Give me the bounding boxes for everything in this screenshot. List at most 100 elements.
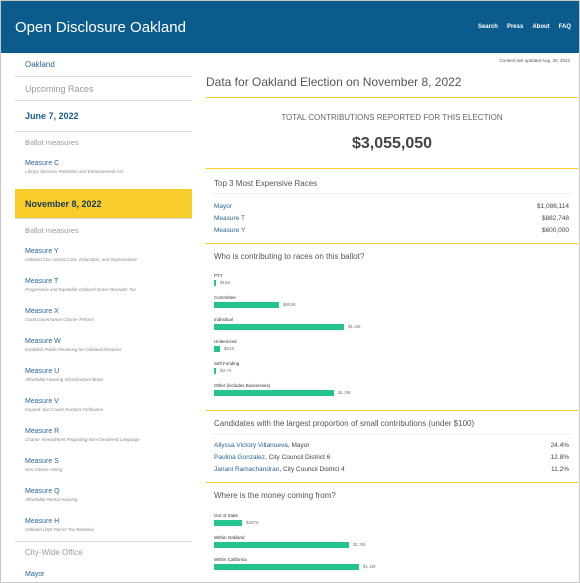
bar <box>214 368 216 374</box>
bar <box>214 280 216 286</box>
sidebar-date-november-active[interactable]: November 8, 2022 <box>15 189 192 219</box>
sidebar-item-desc: Oakland Zoo Animal Care, Education, and … <box>25 257 137 262</box>
bar-value-label: $653K <box>283 302 297 307</box>
small-contrib-row: Paulina Gonzalez, City Council District … <box>214 454 569 461</box>
race-name-link[interactable]: Mayor <box>214 203 232 210</box>
divider <box>212 193 572 194</box>
candidate-office: , Mayor <box>287 442 310 449</box>
sidebar-item-desc: Expand Just Cause Eviction Ordinance <box>25 407 104 412</box>
sidebar-item-title: Measure S <box>25 458 59 465</box>
bar-value-label: $1.2M <box>338 390 351 395</box>
sidebar-item-title: Measure R <box>25 428 60 435</box>
sidebar-item-desc: Establish Public Financing for Oakland E… <box>25 347 122 352</box>
sidebar-city-link[interactable]: Oakland <box>15 53 192 77</box>
sidebar-item-title: Measure T <box>25 278 59 285</box>
total-contributions-value: $3,055,050 <box>351 135 433 152</box>
bar-value-label: $16K <box>220 280 231 285</box>
sidebar-item-desc: Affordable Housing Infrastructure Bond <box>25 377 103 382</box>
sidebar-item-title: Measure U <box>25 368 60 375</box>
site-brand[interactable]: Open Disclosure Oakland <box>15 19 186 36</box>
divider <box>206 97 578 98</box>
sidebar-section-ballot-measures: Ballot measures <box>25 225 79 235</box>
race-name-link[interactable]: Measure Y <box>214 227 245 234</box>
bar-label: Out of State <box>214 513 239 518</box>
main-content: Content last updated Aug. 30, 2022 Data … <box>206 53 578 582</box>
small-contrib-percent: 12.8% <box>550 454 569 461</box>
location-heading: Where is the money coming from? <box>214 491 336 500</box>
top-race-row: Mayor $1,086,114 <box>214 203 569 210</box>
sidebar-item-measure-v[interactable]: Measure V Expand Just Cause Eviction Ordi… <box>15 391 192 421</box>
candidate-name-link[interactable]: Allyssa Victory Villanueva <box>214 442 288 449</box>
bar-label: Committee <box>214 295 236 300</box>
candidate-office: , City Council District 6 <box>264 454 331 461</box>
bar-value-label: $3.7K <box>220 368 232 373</box>
bar-label: Self Funding <box>214 361 240 366</box>
sidebar-item-measure-y[interactable]: Measure Y Oakland Zoo Animal Care, Educat… <box>15 241 192 271</box>
top-nav-links: Search Press About FAQ <box>478 24 571 30</box>
sidebar-item-desc: Affordable Rental Housing <box>25 497 78 502</box>
sidebar-upcoming-heading: Upcoming Races <box>15 77 192 101</box>
bar-label: Other (includes Businesses) <box>214 383 271 388</box>
bar-value-label: $267K <box>246 520 260 525</box>
sidebar-item-desc: Charter Amendment Regarding Non-Gendered… <box>25 437 140 442</box>
divider <box>206 482 578 483</box>
sidebar-item-desc: Non-Citizen Voting <box>25 467 63 472</box>
nav-press-link[interactable]: Press <box>507 24 523 30</box>
sidebar-item-measure-s[interactable]: Measure S Non-Citizen Voting <box>15 451 192 481</box>
divider <box>206 410 578 411</box>
sidebar-date-june[interactable]: June 7, 2022 <box>15 101 192 131</box>
divider <box>212 434 572 435</box>
bar <box>214 520 242 526</box>
bar <box>214 302 279 308</box>
sidebar-item-measure-r[interactable]: Measure R Charter Amendment Regarding Non… <box>15 421 192 451</box>
divider <box>206 243 578 244</box>
page-frame: Open Disclosure Oakland Search Press Abo… <box>0 0 580 583</box>
bar-label: Unitemized <box>214 339 237 344</box>
bar-value-label: $1.3M <box>353 542 366 547</box>
candidate-office: , City Council District 4 <box>279 466 345 473</box>
sidebar-item-measure-q[interactable]: Measure Q Affordable Rental Housing <box>15 481 192 511</box>
top-navbar: Open Disclosure Oakland Search Press Abo… <box>1 1 579 53</box>
sidebar-item-measure-c[interactable]: Measure C Library Services Retention and… <box>15 153 192 183</box>
sidebar: Oakland Upcoming Races June 7, 2022 Ball… <box>15 53 192 582</box>
bar <box>214 346 220 352</box>
sidebar-item-measure-h[interactable]: Measure H Oakland USD Parcel Tax Renewal <box>15 511 192 541</box>
bar-label: Within Oakland <box>214 535 245 540</box>
total-contributions-label: TOTAL CONTRIBUTIONS REPORTED FOR THIS EL… <box>281 113 503 122</box>
bar <box>214 324 344 330</box>
sidebar-item-title: Measure X <box>25 308 59 315</box>
bar-label: PTY <box>214 273 223 278</box>
race-amount: $1,086,114 <box>536 203 569 210</box>
nav-faq-link[interactable]: FAQ <box>559 24 571 30</box>
sidebar-item-measure-x[interactable]: Measure X Good Governance Charter Reform <box>15 301 192 331</box>
sidebar-item-measure-w[interactable]: Measure W Establish Public Financing for … <box>15 331 192 361</box>
sidebar-item-measure-u[interactable]: Measure U Affordable Housing Infrastructu… <box>15 361 192 391</box>
bar-value-label: $1.4M <box>363 564 376 569</box>
top-race-row: Measure T $882,748 <box>214 215 569 222</box>
sidebar-section-ballot-measures: Ballot measures <box>15 131 192 153</box>
small-contrib-row: Allyssa Victory Villanueva, Mayor 24.4% <box>214 442 569 449</box>
candidate-name-link[interactable]: Janani Ramachandran <box>214 466 279 473</box>
race-name-link[interactable]: Measure T <box>214 215 245 222</box>
candidate-name-link[interactable]: Paulina Gonzalez <box>214 454 265 461</box>
sidebar-item-desc: Progressive and Equitable Oakland Gross … <box>25 287 136 292</box>
sidebar-item-title: Measure Y <box>25 248 59 255</box>
bar <box>214 564 359 570</box>
nav-about-link[interactable]: About <box>532 24 549 30</box>
top-race-row: Measure Y $600,000 <box>214 227 569 234</box>
sidebar-item-measure-t[interactable]: Measure T Progressive and Equitable Oakla… <box>15 271 192 301</box>
bar <box>214 390 334 396</box>
sidebar-citywide-heading: City-Wide Office <box>15 541 192 563</box>
small-contrib-row: Janani Ramachandran, City Council Distri… <box>214 466 569 473</box>
sidebar-item-title: Measure C <box>25 160 60 167</box>
small-contributions-heading: Candidates with the largest proportion o… <box>214 419 475 428</box>
sidebar-item-title: Measure H <box>25 518 60 525</box>
top-races-heading: Top 3 Most Expensive Races <box>214 179 318 188</box>
small-contrib-percent: 11.2% <box>551 466 569 473</box>
race-amount: $600,000 <box>541 227 569 234</box>
sidebar-item-mayor[interactable]: Mayor <box>15 563 192 578</box>
nav-search-link[interactable]: Search <box>478 24 498 30</box>
bar-value-label: $1.3M <box>348 324 361 329</box>
page-title: Data for Oakland Election on November 8,… <box>206 75 462 89</box>
bar-label: Individual <box>214 317 234 322</box>
